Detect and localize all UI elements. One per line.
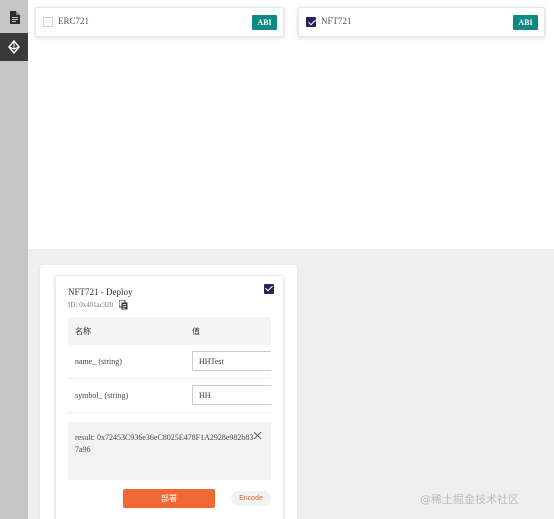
contract-checkbox[interactable]	[306, 17, 316, 27]
table-header: 名称 值	[68, 317, 271, 345]
result-text: result: 0x72453C936e36eC8025E478F1A2928e…	[75, 433, 254, 454]
param-label: name_ (string)	[75, 357, 122, 366]
param-label: symbol_ (string)	[75, 391, 129, 400]
encode-button[interactable]: Encode	[231, 491, 271, 506]
table-row: symbol_ (string)	[68, 379, 271, 413]
contract-card-erc721: ERC721 ABI	[35, 7, 284, 37]
ethereum-icon	[8, 40, 20, 54]
param-symbol-input[interactable]	[192, 385, 271, 405]
close-icon[interactable]	[253, 431, 262, 440]
deploy-title: NFT721 - Deploy	[68, 287, 133, 297]
sidebar	[0, 0, 28, 519]
table-row: name_ (string)	[68, 345, 271, 379]
deploy-area: NFT721 - Deploy ID: 0x401ac320 名称 值 name…	[28, 249, 554, 519]
copy-icon[interactable]	[119, 300, 128, 310]
contract-card-nft721: NFT721 ABI	[298, 7, 545, 37]
result-box: result: 0x72453C936e36eC8025E478F1A2928e…	[68, 422, 271, 480]
header-value: 值	[192, 327, 200, 336]
abi-button[interactable]: ABI	[252, 15, 277, 30]
deploy-card: NFT721 - Deploy ID: 0x401ac320 名称 值 name…	[55, 275, 284, 519]
contract-name: NFT721	[321, 16, 352, 26]
contract-checkbox[interactable]	[43, 17, 53, 27]
sidebar-item-deploy[interactable]	[0, 33, 28, 61]
sidebar-item-files[interactable]	[0, 3, 28, 31]
params-table: 名称 值 name_ (string) symbol_ (string)	[68, 317, 271, 413]
contract-list: ERC721 ABI NFT721 ABI	[28, 0, 554, 249]
contract-id: ID: 0x401ac320	[68, 301, 114, 309]
deploy-panel: NFT721 - Deploy ID: 0x401ac320 名称 值 name…	[40, 265, 297, 519]
contract-name: ERC721	[58, 16, 90, 26]
abi-button[interactable]: ABI	[513, 15, 538, 30]
header-name: 名称	[75, 327, 91, 336]
deploy-button[interactable]: 部署	[123, 489, 215, 508]
deploy-checkbox[interactable]	[264, 284, 274, 294]
watermark: @稀土掘金技术社区	[420, 493, 519, 506]
file-icon	[9, 10, 20, 24]
param-name-input[interactable]	[192, 351, 271, 371]
